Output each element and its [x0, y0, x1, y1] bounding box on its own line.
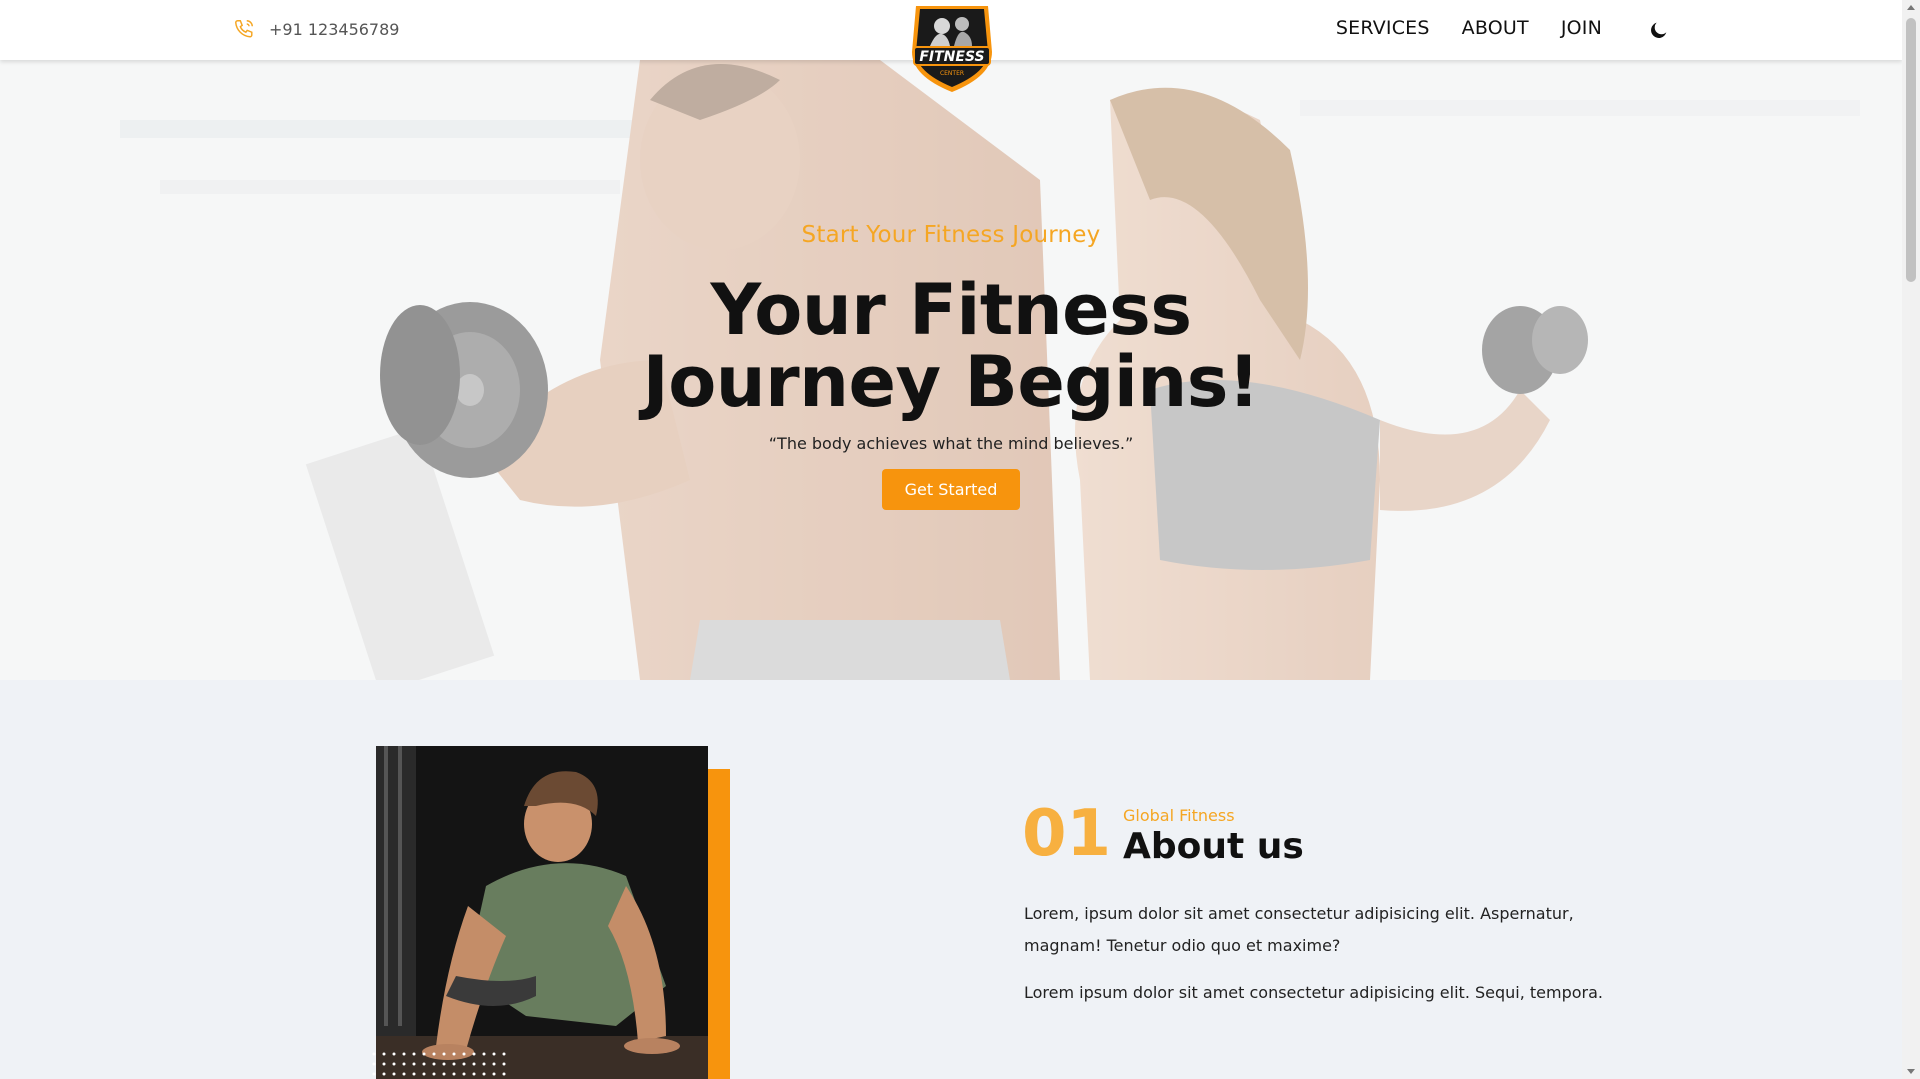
page-scrollbar[interactable]	[1902, 0, 1920, 1079]
about-kicker: Global Fitness	[1123, 806, 1235, 825]
about-paragraph-2: Lorem ipsum dolor sit amet consectetur a…	[1024, 983, 1604, 1002]
phone-number: +91 123456789	[269, 19, 400, 39]
section-number: 01	[1022, 797, 1112, 871]
hero-content: Start Your Fitness Journey Your Fitness …	[0, 222, 1902, 510]
main-nav: SERVICES ABOUT JOIN	[1336, 17, 1602, 39]
phone-icon	[235, 20, 253, 38]
nav-services-link[interactable]: SERVICES	[1336, 17, 1430, 39]
dots-decoration	[372, 1052, 506, 1076]
about-section: 01 Global Fitness About us Lorem, ipsum …	[0, 680, 1902, 1079]
hero-title-line2: Journey Begins!	[642, 341, 1260, 423]
hero-subtitle: Start Your Fitness Journey	[801, 222, 1101, 248]
scrollbar-thumb[interactable]	[1906, 18, 1916, 282]
nav-join-link[interactable]: JOIN	[1561, 17, 1602, 39]
about-title: About us	[1123, 826, 1304, 867]
scroll-up-arrow-icon[interactable]	[1907, 5, 1915, 10]
scroll-down-arrow-icon[interactable]	[1907, 1069, 1915, 1074]
get-started-button[interactable]: Get Started	[881, 469, 1021, 510]
logo-text: FITNESS	[919, 49, 984, 65]
hero-section: Start Your Fitness Journey Your Fitness …	[0, 60, 1902, 680]
fitness-center-logo[interactable]: FITNESS CENTER	[906, 0, 998, 94]
hero-title: Your Fitness Journey Begins!	[0, 274, 1902, 418]
about-image	[376, 746, 708, 1079]
nav-about-link[interactable]: ABOUT	[1462, 17, 1529, 39]
hero-title-line1: Your Fitness	[710, 269, 1193, 351]
logo-subtext: CENTER	[940, 70, 964, 77]
phone-contact[interactable]: +91 123456789	[233, 18, 399, 40]
about-paragraph-1: Lorem, ipsum dolor sit amet consectetur …	[1024, 904, 1574, 955]
hero-quote: “The body achieves what the mind believe…	[768, 434, 1134, 453]
dark-mode-toggle-icon[interactable]	[1648, 19, 1670, 41]
